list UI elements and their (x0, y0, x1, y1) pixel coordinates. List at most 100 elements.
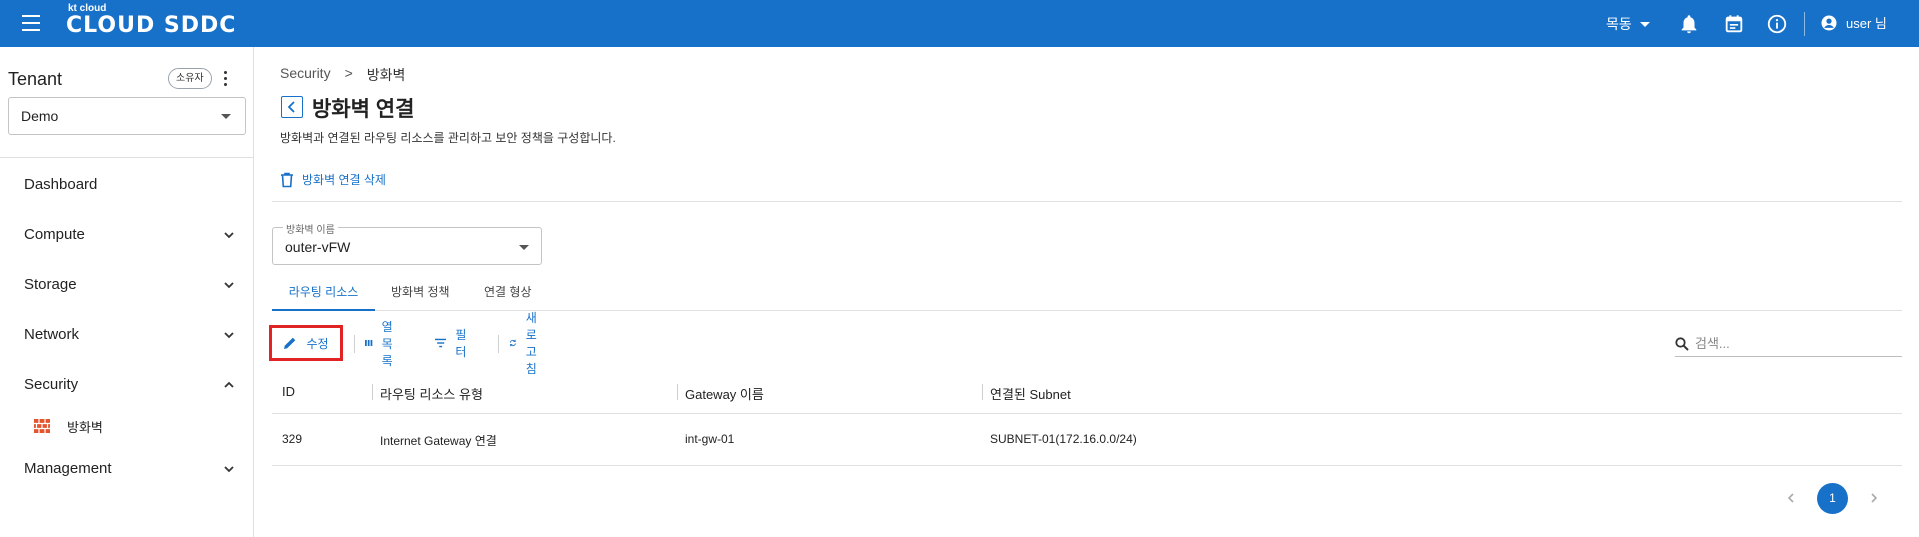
logo-product: CLOUD SDDC (66, 13, 237, 38)
refresh-button[interactable]: 새로고침 (509, 311, 546, 376)
toolbar-divider (354, 335, 355, 353)
chevron-right-icon[interactable] (1868, 491, 1880, 505)
sidebar-subitem-firewall[interactable]: 방화벽 (34, 415, 103, 437)
chevron-down-icon (224, 466, 234, 473)
logo[interactable]: kt cloud CLOUD SDDC (66, 3, 236, 38)
toolbar-divider (498, 335, 499, 353)
sidebar-item-storage[interactable]: Storage (24, 273, 236, 297)
column-header-id[interactable]: ID (282, 384, 295, 399)
user-menu[interactable]: user 님 (1820, 13, 1887, 32)
chevron-up-icon (224, 381, 234, 388)
page-title: 방화벽 연결 (312, 98, 415, 121)
region-label: 목동 (1606, 16, 1632, 32)
page-description: 방화벽과 연결된 라우팅 리소스를 관리하고 보안 정책을 구성합니다. (280, 131, 616, 145)
pencil-icon (284, 337, 296, 349)
sidebar-item-network[interactable]: Network (24, 323, 236, 347)
sidebar-subitem-label: 방화벽 (67, 419, 103, 435)
breadcrumb-separator: > (344, 65, 353, 81)
search-input[interactable] (1695, 336, 1885, 351)
delete-connection-button[interactable]: 방화벽 연결 삭제 (280, 171, 386, 188)
tab-firewall-policy[interactable]: 방화벽 정책 (391, 283, 450, 311)
firewall-name-select[interactable]: 방화벽 이름 outer-vFW (272, 221, 542, 265)
column-divider[interactable] (982, 384, 983, 400)
view-column-icon (365, 339, 373, 347)
sidebar-item-label: Network (24, 326, 80, 343)
tab-label: 연결 형상 (484, 285, 532, 299)
pagination: 1 (1785, 482, 1880, 514)
column-header-resource-type[interactable]: 라우팅 리소스 유형 (380, 384, 483, 403)
chevron-down-icon (224, 332, 234, 339)
column-divider[interactable] (372, 384, 373, 400)
columns-button[interactable]: 열 목록 (365, 320, 400, 368)
tenant-select-value: Demo (21, 108, 59, 124)
firewall-icon (34, 419, 50, 433)
firewall-name-value: outer-vFW (285, 239, 351, 255)
sidebar-item-label: Security (24, 376, 79, 393)
sidebar: Tenant 소유자 Demo Dashboard Compute Storag… (0, 47, 254, 537)
main-content: Security > 방화벽 방화벽 연결 방화벽과 연결된 라우팅 리소스를 … (255, 47, 1919, 537)
sidebar-item-compute[interactable]: Compute (24, 223, 236, 247)
account-icon (1821, 15, 1837, 30)
info-icon[interactable] (1766, 13, 1788, 35)
chevron-down-icon (224, 232, 234, 239)
edit-button[interactable]: 수정 (269, 325, 343, 361)
region-selector[interactable]: 목동 (1606, 14, 1650, 34)
edit-label: 수정 (306, 336, 329, 351)
tab-label: 방화벽 정책 (391, 285, 450, 299)
user-name: user 님 (1846, 16, 1887, 31)
back-button[interactable] (281, 96, 303, 118)
caret-down-icon (1639, 21, 1650, 27)
column-divider[interactable] (677, 384, 678, 400)
cell-resource-type: Internet Gateway 연결 (380, 434, 497, 448)
sidebar-item-security[interactable]: Security (24, 373, 236, 397)
tenant-title: Tenant (8, 69, 63, 89)
cell-subnet: SUBNET-01(172.16.0.0/24) (990, 432, 1137, 446)
breadcrumb: Security > 방화벽 (280, 65, 405, 85)
sidebar-item-label: Dashboard (24, 176, 98, 193)
firewall-name-label: 방화벽 이름 (283, 221, 338, 236)
filter-label: 필터 (455, 328, 467, 359)
cell-id: 329 (282, 432, 303, 446)
sidebar-item-management[interactable]: Management (24, 457, 236, 481)
page-number[interactable]: 1 (1817, 482, 1848, 514)
sidebar-item-dashboard[interactable]: Dashboard (24, 173, 236, 197)
chevron-left-icon (287, 101, 295, 113)
menu-icon[interactable] (22, 15, 40, 31)
tab-bar: 라우팅 리소스 방화벽 정책 연결 형상 (272, 283, 1902, 311)
column-header-gateway-name[interactable]: Gateway 이름 (685, 384, 764, 403)
filter-icon (435, 338, 447, 348)
top-app-bar: kt cloud CLOUD SDDC 목동 user 님 (0, 0, 1919, 47)
breadcrumb-current: 방화벽 (366, 67, 406, 83)
sidebar-item-label: Management (24, 460, 112, 477)
filter-button[interactable]: 필터 (435, 325, 471, 361)
tab-connection-topology[interactable]: 연결 형상 (484, 283, 532, 311)
bell-icon[interactable] (1678, 13, 1700, 35)
refresh-label: 새로고침 (525, 311, 537, 376)
owner-badge: 소유자 (168, 68, 212, 89)
more-vert-icon[interactable] (224, 71, 228, 89)
search-icon (1675, 336, 1689, 351)
delete-connection-label: 방화벽 연결 삭제 (302, 173, 386, 187)
trash-icon (281, 172, 293, 187)
sidebar-item-label: Compute (24, 226, 85, 243)
dropdown-arrow-icon (519, 245, 529, 250)
tab-label: 라우팅 리소스 (288, 285, 359, 299)
calendar-icon[interactable] (1723, 13, 1745, 35)
columns-label: 열 목록 (381, 319, 393, 368)
breadcrumb-parent[interactable]: Security (280, 65, 331, 85)
chevron-down-icon (224, 282, 234, 289)
cell-gateway-name: int-gw-01 (685, 432, 735, 446)
search-box[interactable] (1675, 331, 1902, 357)
tenant-select[interactable]: Demo (8, 97, 246, 135)
table-row[interactable]: 329 Internet Gateway 연결 int-gw-01 SUBNET… (272, 414, 1902, 466)
chevron-left-icon[interactable] (1785, 491, 1797, 505)
sidebar-divider (0, 157, 254, 158)
refresh-icon (509, 339, 516, 347)
dropdown-arrow-icon (221, 114, 231, 119)
section-divider (272, 201, 1902, 202)
table-header: ID 라우팅 리소스 유형 Gateway 이름 연결된 Subnet (272, 370, 1902, 414)
column-header-subnet[interactable]: 연결된 Subnet (990, 384, 1071, 403)
sidebar-item-label: Storage (24, 276, 77, 293)
tab-routing-resources[interactable]: 라우팅 리소스 (272, 283, 375, 311)
header-divider (1804, 12, 1805, 36)
